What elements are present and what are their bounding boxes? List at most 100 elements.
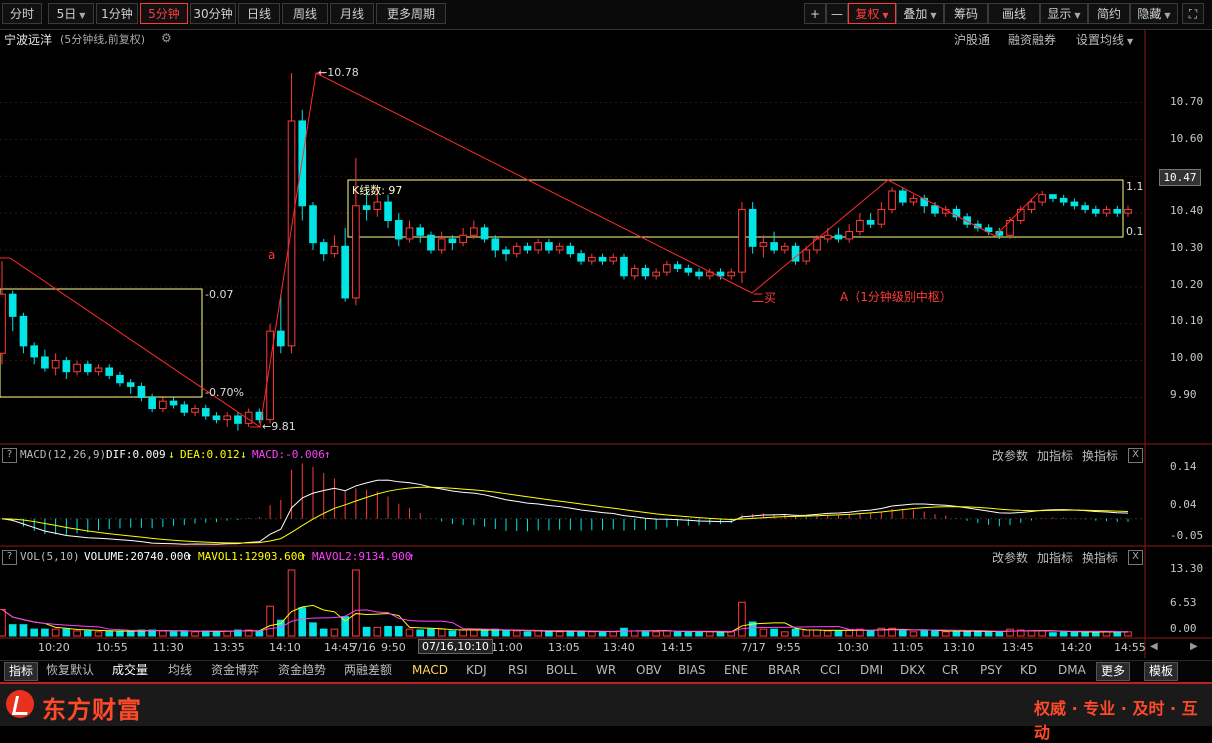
volume-bar <box>1081 631 1089 637</box>
volume-bar <box>362 626 371 637</box>
macd-dea: DEA:0.012 <box>180 448 240 461</box>
indicator-tab-15[interactable]: BRAR <box>768 662 801 679</box>
indicator-tab-7[interactable]: MACD <box>412 662 448 679</box>
candle-body <box>834 234 843 240</box>
volume-bar <box>652 631 660 637</box>
candle-body <box>191 408 199 413</box>
indicator-tab-14[interactable]: ENE <box>724 662 748 679</box>
indicator-tab-5[interactable]: 资金趋势 <box>278 662 326 679</box>
vol-label: VOL(5,10) <box>20 550 80 563</box>
close-icon[interactable]: X <box>1128 550 1143 565</box>
volume-bar <box>834 630 843 637</box>
candle-body <box>169 400 178 406</box>
time-tick: 9:55 <box>776 641 801 654</box>
indicator-tab-17[interactable]: DMI <box>860 662 883 679</box>
vol-edit-params-button[interactable]: 改参数 <box>992 549 1028 566</box>
scroll-left-icon[interactable]: ◀ <box>1150 641 1158 652</box>
volume-bar <box>587 631 596 637</box>
indicator-tab-21[interactable]: KD <box>1020 662 1037 679</box>
volume-bar <box>1124 631 1132 637</box>
up-arrow-icon: ↑ <box>324 448 331 461</box>
indicator-tab-11[interactable]: WR <box>596 662 616 679</box>
vol-add-indicator-button[interactable]: 加指标 <box>1037 549 1073 566</box>
time-tick: 13:10 <box>943 641 975 654</box>
center-box-1 <box>0 288 203 398</box>
volume-bar <box>1102 631 1111 637</box>
volume-bar <box>1059 631 1068 637</box>
price-tick: 10.70 <box>1170 95 1204 108</box>
indicator-tab-9[interactable]: RSI <box>508 662 528 679</box>
macd-label: MACD(12,26,9) <box>20 448 107 461</box>
price-tick: 10.20 <box>1170 278 1204 291</box>
indicator-tab-20[interactable]: PSY <box>980 662 1002 679</box>
indicator-tab-1[interactable]: 恢复默认 <box>46 662 94 679</box>
candle-body <box>491 238 500 251</box>
candle-body <box>1049 194 1057 199</box>
candle-body <box>62 360 71 373</box>
volume-bar <box>716 631 725 637</box>
indicator-tab-3[interactable]: 均线 <box>168 662 192 679</box>
indicator-tab-8[interactable]: KDJ <box>466 662 487 679</box>
candle-body <box>695 271 703 277</box>
indicator-tab-6[interactable]: 两融差额 <box>344 662 392 679</box>
kline-chart[interactable] <box>0 0 1212 724</box>
indicator-tab-19[interactable]: CR <box>942 662 959 679</box>
help-icon[interactable]: ? <box>2 448 17 463</box>
vol-switch-indicator-button[interactable]: 换指标 <box>1082 549 1118 566</box>
candle-body <box>555 245 564 251</box>
mavol2-line <box>1 609 1129 633</box>
candle-body <box>41 356 49 369</box>
macd-add-indicator-button[interactable]: 加指标 <box>1037 447 1073 464</box>
down-arrow-icon: ↓ <box>240 448 247 461</box>
volume-bar <box>287 569 296 637</box>
candle-body <box>856 220 864 233</box>
vol-tick: 6.53 <box>1170 596 1197 609</box>
volume-bar <box>319 628 328 637</box>
macd-edit-params-button[interactable]: 改参数 <box>992 447 1028 464</box>
macd-dif-line <box>1 479 1129 545</box>
indicator-tab-18[interactable]: DKX <box>900 662 925 679</box>
indicator-tab-24[interactable]: 模板 <box>1144 662 1179 681</box>
volume-bar <box>51 628 60 637</box>
candle-body <box>427 234 435 251</box>
indicator-tab-23[interactable]: 更多 <box>1096 662 1131 681</box>
volume-bar <box>191 631 199 637</box>
volume-bar <box>781 631 789 637</box>
help-icon[interactable]: ? <box>2 550 17 565</box>
indicator-tab-13[interactable]: BIAS <box>678 662 706 679</box>
volume-bar <box>94 631 103 637</box>
candle-body <box>888 190 896 210</box>
scroll-right-icon[interactable]: ▶ <box>1190 641 1198 652</box>
candle-body <box>73 363 81 373</box>
mavol1-line <box>1 604 1128 633</box>
close-icon[interactable]: X <box>1128 448 1143 463</box>
volume-bar <box>309 622 317 637</box>
candle-body <box>298 120 307 207</box>
indicator-tab-12[interactable]: OBV <box>636 662 662 679</box>
time-tick: 10:55 <box>96 641 128 654</box>
indicator-tab-22[interactable]: DMA <box>1058 662 1086 679</box>
candle-body <box>94 367 103 373</box>
indicator-tab-10[interactable]: BOLL <box>546 662 577 679</box>
volume-bar <box>523 631 532 637</box>
indicator-tab-16[interactable]: CCI <box>820 662 840 679</box>
indicator-tab-4[interactable]: 资金博弈 <box>211 662 259 679</box>
candle-body <box>502 249 510 255</box>
candle-body <box>352 205 360 299</box>
indicator-tab-2[interactable]: 成交量 <box>112 662 148 679</box>
time-tick: 14:10 <box>269 641 301 654</box>
volume-bar <box>609 631 618 637</box>
candle-body <box>587 256 596 262</box>
time-tick: 7/17 <box>741 641 766 654</box>
candle-body <box>137 385 146 398</box>
candle-body <box>673 264 682 269</box>
candle-body <box>416 227 425 236</box>
candle-body <box>1038 194 1047 203</box>
indicator-tab-0[interactable]: 指标 <box>4 662 39 681</box>
macd-switch-indicator-button[interactable]: 换指标 <box>1082 447 1118 464</box>
volume-bar <box>30 628 38 637</box>
price-tick: 9.90 <box>1170 388 1197 401</box>
vol-tick: 0.00 <box>1170 622 1197 635</box>
volume-bar <box>845 629 854 637</box>
volume-bar <box>405 628 414 637</box>
